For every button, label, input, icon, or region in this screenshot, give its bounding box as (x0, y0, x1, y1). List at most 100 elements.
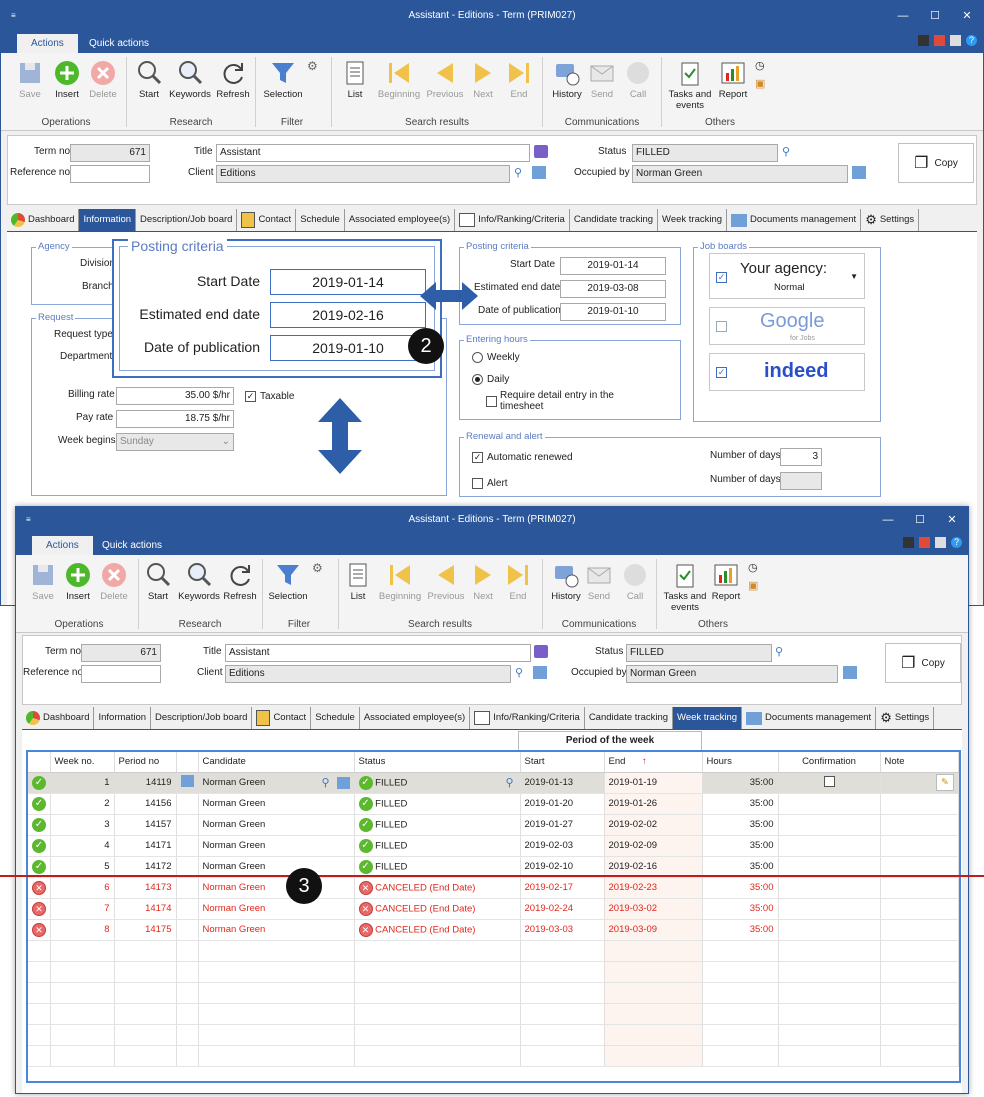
print-icon[interactable] (935, 537, 946, 548)
col-confirmation[interactable]: Confirmation (778, 752, 881, 773)
table-row[interactable]: ✓ 4 14171 Norman Green ✓ FILLED 2019-02-03 201… (28, 835, 959, 857)
insert-button[interactable]: Insert (51, 59, 83, 100)
cell-note[interactable] (880, 814, 959, 836)
candidate-open-icon[interactable] (336, 776, 350, 789)
cell-note[interactable] (880, 793, 959, 815)
cell-confirmation[interactable] (778, 919, 881, 941)
zoom-start-field[interactable]: 2019-01-14 (270, 269, 426, 295)
status-search-icon[interactable]: ⚲ (505, 776, 513, 789)
candidate-search-icon[interactable]: ⚲ (321, 776, 329, 789)
tab-documents[interactable]: Documents management (727, 209, 862, 231)
col-start[interactable]: Start (520, 752, 605, 773)
table-row[interactable]: ✕ 8 14175 Norman Green ✕ CANCELED (End Date)… (28, 919, 959, 941)
beginning-button[interactable]: Beginning (373, 59, 425, 100)
start-button[interactable]: Start (135, 59, 163, 100)
calculator-icon[interactable] (918, 35, 929, 46)
pencil-icon[interactable]: ✎ (936, 774, 954, 791)
tab-info-ranking[interactable]: Info/Ranking/Criteria (455, 209, 570, 231)
posting-start-field[interactable]: 2019-01-14 (560, 257, 666, 275)
billing-rate-field[interactable]: 35.00 $/hr (116, 387, 234, 405)
send-button[interactable]: Send (587, 59, 617, 100)
cell-confirmation[interactable] (778, 898, 881, 920)
posting-end-field[interactable]: 2019-03-08 (560, 280, 666, 298)
client-open-icon[interactable] (533, 666, 547, 679)
clock-icon[interactable]: ◷ (755, 59, 765, 72)
tab-description[interactable]: Description/Job board (136, 209, 238, 231)
help-icon[interactable]: ? (951, 537, 962, 548)
history-button[interactable]: History (549, 59, 585, 100)
tab-settings[interactable]: ⚙ Settings (876, 707, 935, 729)
table-row[interactable]: ✓ 1 14119 Norman Green ⚲ ✓ FILLED ⚲ 2019-01-13 2… (28, 772, 959, 794)
system-menu-icon[interactable]: ≡ (11, 1, 16, 31)
cell-note[interactable] (880, 898, 959, 920)
pay-rate-field[interactable]: 18.75 $/hr (116, 410, 234, 428)
comment-icon[interactable] (534, 145, 548, 158)
table-row[interactable]: ✓ 5 14172 Norman Green ✓ FILLED 2019-02-10 201… (28, 856, 959, 878)
cell-note[interactable] (880, 856, 959, 878)
tab-associated[interactable]: Associated employee(s) (345, 209, 456, 231)
calculator-icon[interactable] (903, 537, 914, 548)
tab-actions[interactable]: Actions (32, 536, 93, 555)
reference-no-field[interactable] (70, 165, 150, 183)
status-search-icon[interactable]: ⚲ (775, 645, 783, 658)
week-begins-select[interactable]: Sunday ⌄ (116, 433, 234, 451)
tab-schedule[interactable]: Schedule (311, 707, 360, 729)
clock-icon[interactable]: ◷ (748, 561, 758, 574)
alert-checkbox[interactable] (472, 478, 483, 489)
tab-contact[interactable]: Contact (252, 707, 312, 729)
zoom-end-field[interactable]: 2019-02-16 (270, 302, 426, 328)
filter-settings-icon[interactable]: ⚙ (312, 561, 323, 575)
close-icon[interactable]: ✕ (951, 1, 983, 31)
table-row[interactable]: ✓ 3 14157 Norman Green ✓ FILLED 2019-01-27 201… (28, 814, 959, 836)
minimize-icon[interactable]: — (887, 1, 919, 31)
call-button[interactable]: Call (623, 59, 653, 100)
title-field[interactable]: Assistant (216, 144, 530, 162)
keywords-button[interactable]: Keywords (167, 59, 213, 100)
require-detail-checkbox[interactable] (486, 396, 497, 407)
save-button[interactable]: Save (28, 561, 58, 602)
client-open-icon[interactable] (532, 166, 546, 179)
cell-confirmation[interactable] (778, 772, 881, 794)
auto-renewed-checkbox[interactable]: ✓ (472, 452, 483, 463)
inbox-icon[interactable]: ▣ (748, 579, 758, 592)
posting-pub-field[interactable]: 2019-01-10 (560, 303, 666, 321)
tab-dashboard[interactable]: Dashboard (22, 707, 95, 729)
job-board-google[interactable]: Google for Jobs (709, 307, 865, 345)
beginning-button[interactable]: Beginning (374, 561, 426, 602)
cell-confirmation[interactable] (778, 835, 881, 857)
copy-button[interactable]: ❐ Copy (885, 643, 961, 683)
open-period-icon[interactable] (180, 775, 194, 787)
save-button[interactable]: Save (15, 59, 45, 100)
minimize-icon[interactable]: — (872, 507, 904, 533)
next-button[interactable]: Next (469, 561, 497, 602)
tab-description[interactable]: Description/Job board (151, 707, 253, 729)
daily-radio[interactable] (472, 374, 483, 385)
system-menu-icon[interactable]: ≡ (26, 507, 31, 533)
history-button[interactable]: History (548, 561, 584, 602)
next-button[interactable]: Next (469, 59, 497, 100)
confirmation-checkbox[interactable] (823, 775, 835, 787)
keywords-button[interactable]: Keywords (176, 561, 222, 602)
delete-button[interactable]: Delete (87, 59, 119, 100)
refresh-button[interactable]: Refresh (215, 59, 251, 100)
tab-week-tracking[interactable]: Week tracking (658, 209, 728, 231)
job-board-indeed[interactable]: ✓ indeed (709, 353, 865, 391)
report-button[interactable]: Report (715, 59, 751, 100)
tab-settings[interactable]: ⚙ Settings (861, 209, 920, 231)
occupied-open-icon[interactable] (843, 666, 857, 679)
calendar-icon[interactable] (919, 537, 930, 548)
tasks-events-button[interactable]: Tasks and events (660, 561, 710, 613)
selection-button[interactable]: Selection (266, 561, 310, 602)
client-search-icon[interactable]: ⚲ (514, 166, 522, 179)
selection-button[interactable]: Selection (261, 59, 305, 100)
col-candidate[interactable]: Candidate (198, 752, 355, 773)
delete-button[interactable]: Delete (98, 561, 130, 602)
refresh-button[interactable]: Refresh (222, 561, 258, 602)
tab-dashboard[interactable]: Dashboard (7, 209, 80, 231)
col-status[interactable]: Status (354, 752, 521, 773)
insert-button[interactable]: Insert (62, 561, 94, 602)
job-board-agency[interactable]: ✓ Your agency: Normal ▼ (709, 253, 865, 299)
tab-week-tracking[interactable]: Week tracking (673, 707, 743, 729)
comment-icon[interactable] (534, 645, 548, 658)
agency-checkbox[interactable]: ✓ (716, 272, 727, 283)
